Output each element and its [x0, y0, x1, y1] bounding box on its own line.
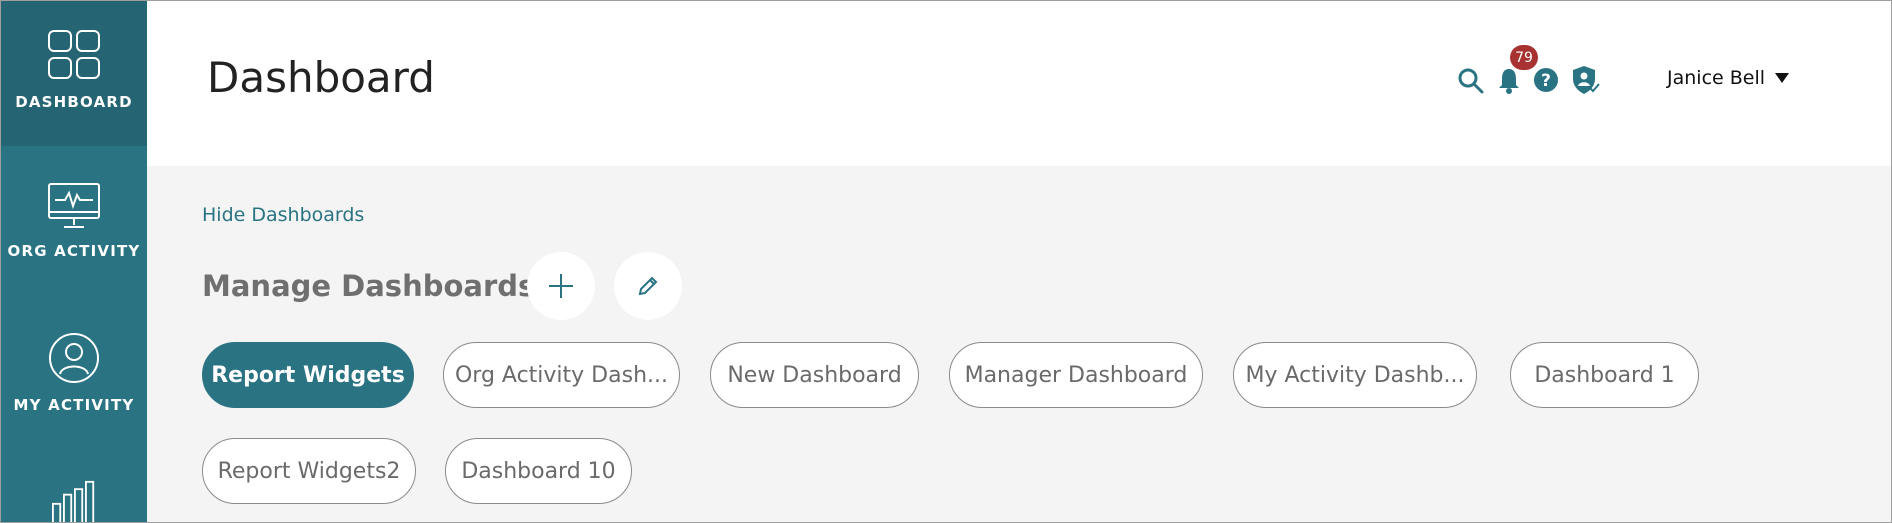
- sidebar: DASHBOARD ORG ACTIVITY MY ACTIVITY: [1, 1, 147, 522]
- svg-text:?: ?: [1541, 71, 1551, 91]
- bar-chart-icon: [52, 480, 95, 522]
- search-icon[interactable]: [1458, 68, 1484, 94]
- dashboard-pill-my-activity[interactable]: My Activity Dashb...: [1233, 342, 1477, 408]
- dashboard-pill-manager-dashboard[interactable]: Manager Dashboard: [949, 342, 1203, 408]
- user-menu[interactable]: Janice Bell: [1667, 67, 1790, 89]
- caret-down-icon: [1775, 73, 1790, 83]
- shield-user-icon[interactable]: [1572, 65, 1600, 95]
- hide-dashboards-link[interactable]: Hide Dashboards: [202, 204, 364, 226]
- dashboard-pill-org-activity[interactable]: Org Activity Dash...: [443, 342, 680, 408]
- manage-dashboards-title: Manage Dashboards: [202, 269, 536, 303]
- help-icon[interactable]: ?: [1533, 67, 1559, 93]
- edit-dashboard-button[interactable]: [614, 252, 682, 320]
- bell-icon[interactable]: [1498, 67, 1520, 94]
- sidebar-item-my-activity[interactable]: MY ACTIVITY: [1, 296, 147, 446]
- dashboard-grid-icon: [48, 30, 100, 79]
- add-dashboard-button[interactable]: [527, 252, 595, 320]
- plus-icon: [549, 274, 573, 298]
- sidebar-item-dashboard[interactable]: DASHBOARD: [1, 1, 147, 146]
- sidebar-item-org-activity[interactable]: ORG ACTIVITY: [1, 146, 147, 296]
- page-title: Dashboard: [207, 53, 435, 102]
- sidebar-item-label: MY ACTIVITY: [13, 396, 135, 414]
- pencil-icon: [638, 276, 658, 296]
- sidebar-item-label: ORG ACTIVITY: [7, 242, 141, 260]
- monitor-pulse-icon: [48, 183, 100, 228]
- dashboard-pill-report-widgets[interactable]: Report Widgets: [202, 342, 414, 408]
- user-name: Janice Bell: [1667, 67, 1766, 89]
- dashboard-pill-new-dashboard[interactable]: New Dashboard: [710, 342, 919, 408]
- main-content: Hide Dashboards Manage Dashboards Report…: [147, 166, 1891, 522]
- header: Dashboard 79 ? Janice Bell: [147, 1, 1891, 166]
- dashboard-pill-dashboard-10[interactable]: Dashboard 10: [445, 438, 632, 504]
- app-window: DASHBOARD ORG ACTIVITY MY ACTIVITY Dashb…: [0, 0, 1892, 523]
- sidebar-item-label: DASHBOARD: [15, 93, 133, 111]
- dashboard-pill-dashboard-1[interactable]: Dashboard 1: [1510, 342, 1699, 408]
- user-circle-icon: [49, 333, 99, 383]
- dashboard-pill-report-widgets2[interactable]: Report Widgets2: [202, 438, 416, 504]
- sidebar-item-reports[interactable]: [1, 446, 147, 522]
